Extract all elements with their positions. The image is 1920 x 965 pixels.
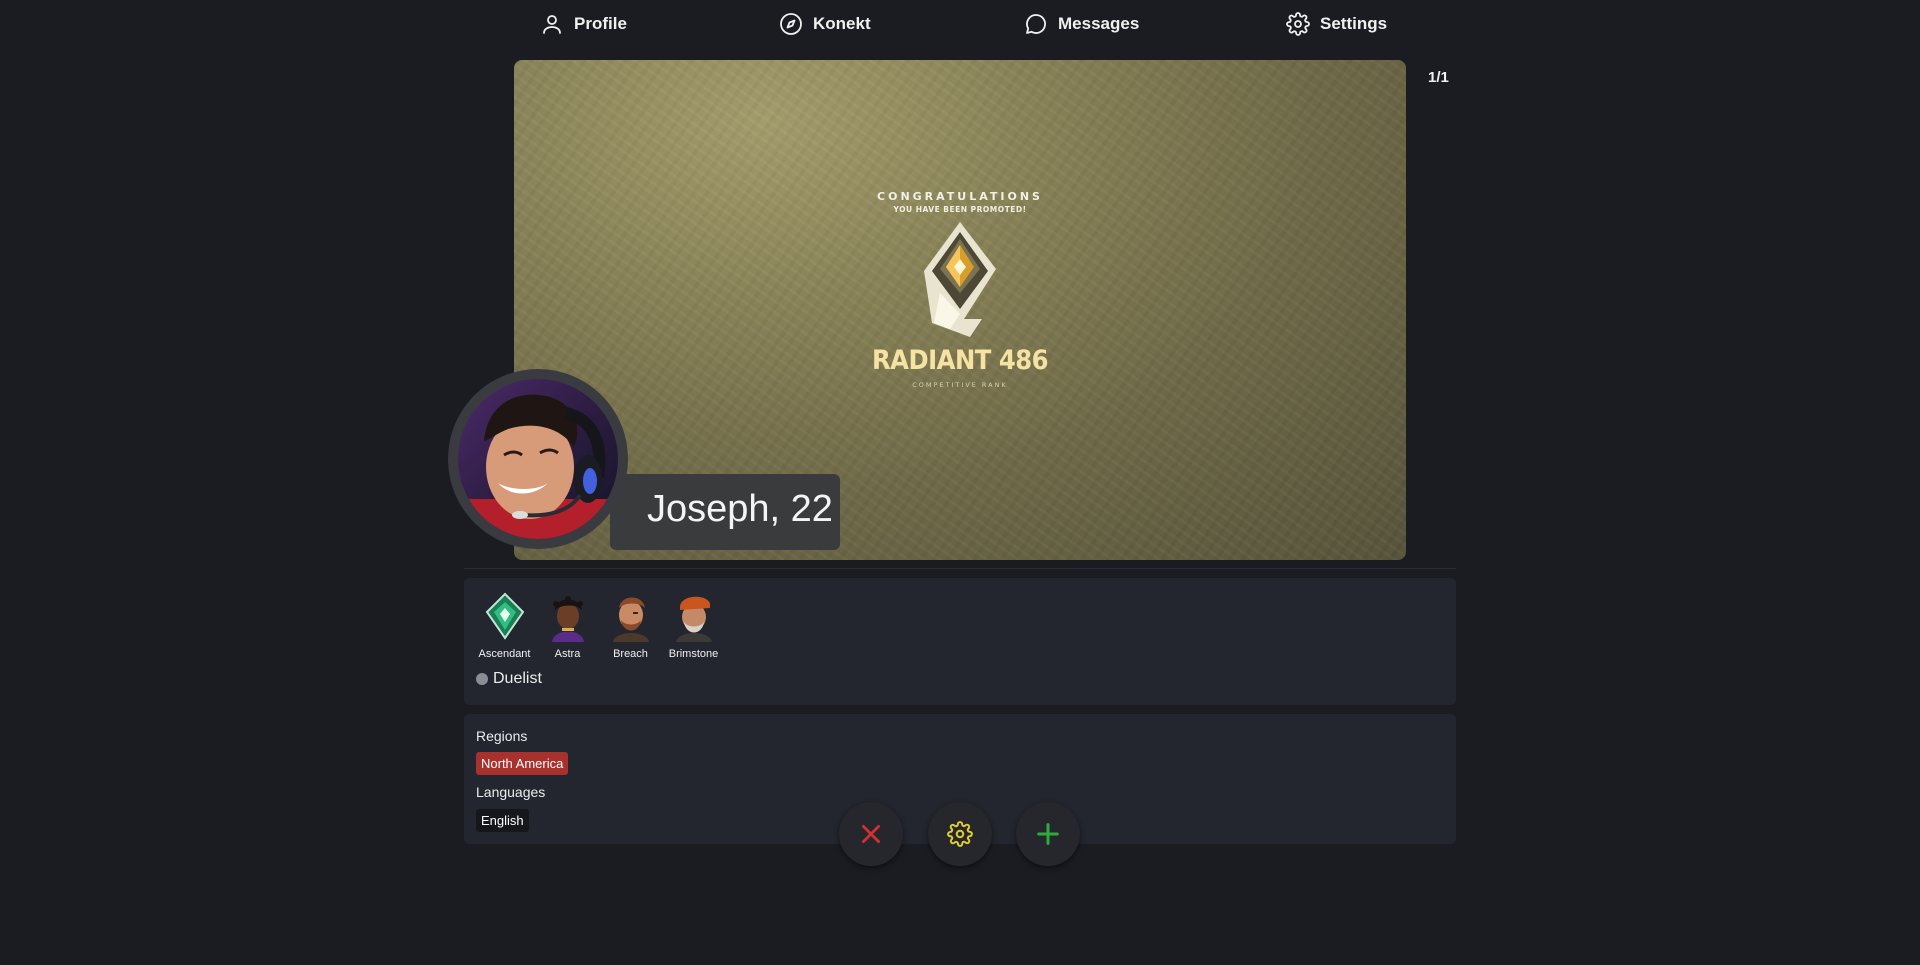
nav-profile-label: Profile <box>574 14 627 33</box>
nav-konekt-label: Konekt <box>813 14 871 33</box>
role: Duelist <box>476 670 542 688</box>
role-label: Duelist <box>493 670 542 687</box>
languages-label: Languages <box>476 784 546 800</box>
section-divider <box>464 568 1456 569</box>
user-icon <box>543 15 561 34</box>
badge-label: Brimstone <box>668 648 719 660</box>
name-age: Joseph, 22 <box>647 488 833 530</box>
chat-bubble-icon <box>1026 14 1046 34</box>
badge-label: Ascendant <box>478 648 531 660</box>
avatar-illustration <box>458 379 618 539</box>
nav-settings[interactable]: Settings <box>1286 12 1387 36</box>
plus-icon <box>1037 823 1059 845</box>
ascendant-rank-icon <box>479 590 531 642</box>
gear-icon <box>1286 12 1310 36</box>
radiant-rank-icon <box>924 222 996 337</box>
rank-promotion-graphic: CONGRATULATIONS YOU HAVE BEEN PROMOTED! … <box>514 190 1406 389</box>
agent-astra-portrait <box>541 590 594 642</box>
close-icon <box>862 825 880 843</box>
accept-button[interactable] <box>1016 802 1080 866</box>
agent-brimstone-portrait <box>667 590 720 642</box>
language-tag: English <box>476 809 529 832</box>
badge-list: Ascendant Astra Breach Brimstone <box>476 590 722 660</box>
nav-messages[interactable]: Messages <box>1024 12 1139 36</box>
rank-sub-text: COMPETITIVE RANK <box>912 381 1008 389</box>
nav-settings-label: Settings <box>1320 14 1388 33</box>
compass-icon <box>780 13 802 35</box>
nav-profile[interactable]: Profile <box>540 12 627 36</box>
game-info-card: Ascendant Astra Breach Brimstone Duelist <box>464 578 1456 705</box>
region-tag: North America <box>476 752 569 775</box>
reject-button[interactable] <box>839 802 903 866</box>
avatar[interactable] <box>458 379 618 539</box>
settings-action-button[interactable] <box>928 802 992 866</box>
gear-icon <box>947 821 973 847</box>
badge-item-brimstone[interactable]: Brimstone <box>665 590 722 660</box>
duelist-role-icon <box>476 673 488 685</box>
nav-messages-label: Messages <box>1058 14 1140 33</box>
nav-konekt[interactable]: Konekt <box>779 12 871 36</box>
agent-breach-portrait <box>604 590 657 642</box>
badge-item-astra[interactable]: Astra <box>539 590 596 660</box>
badge-label: Astra <box>554 648 581 660</box>
badge-item-ascendant[interactable]: Ascendant <box>476 590 533 660</box>
rank-name-text: RADIANT 486 <box>871 345 1049 376</box>
badge-label: Breach <box>613 648 648 660</box>
top-nav: Profile Konekt Messages Settings <box>0 0 1920 50</box>
photo-counter: 1/1 <box>1428 69 1449 86</box>
name-plate: Joseph, 22 <box>610 474 840 550</box>
promoted-text: YOU HAVE BEEN PROMOTED! <box>893 205 1027 214</box>
badge-item-breach[interactable]: Breach <box>602 590 659 660</box>
avatar-ring <box>448 369 628 549</box>
congrats-text: CONGRATULATIONS <box>877 190 1043 203</box>
regions-label: Regions <box>476 728 528 744</box>
